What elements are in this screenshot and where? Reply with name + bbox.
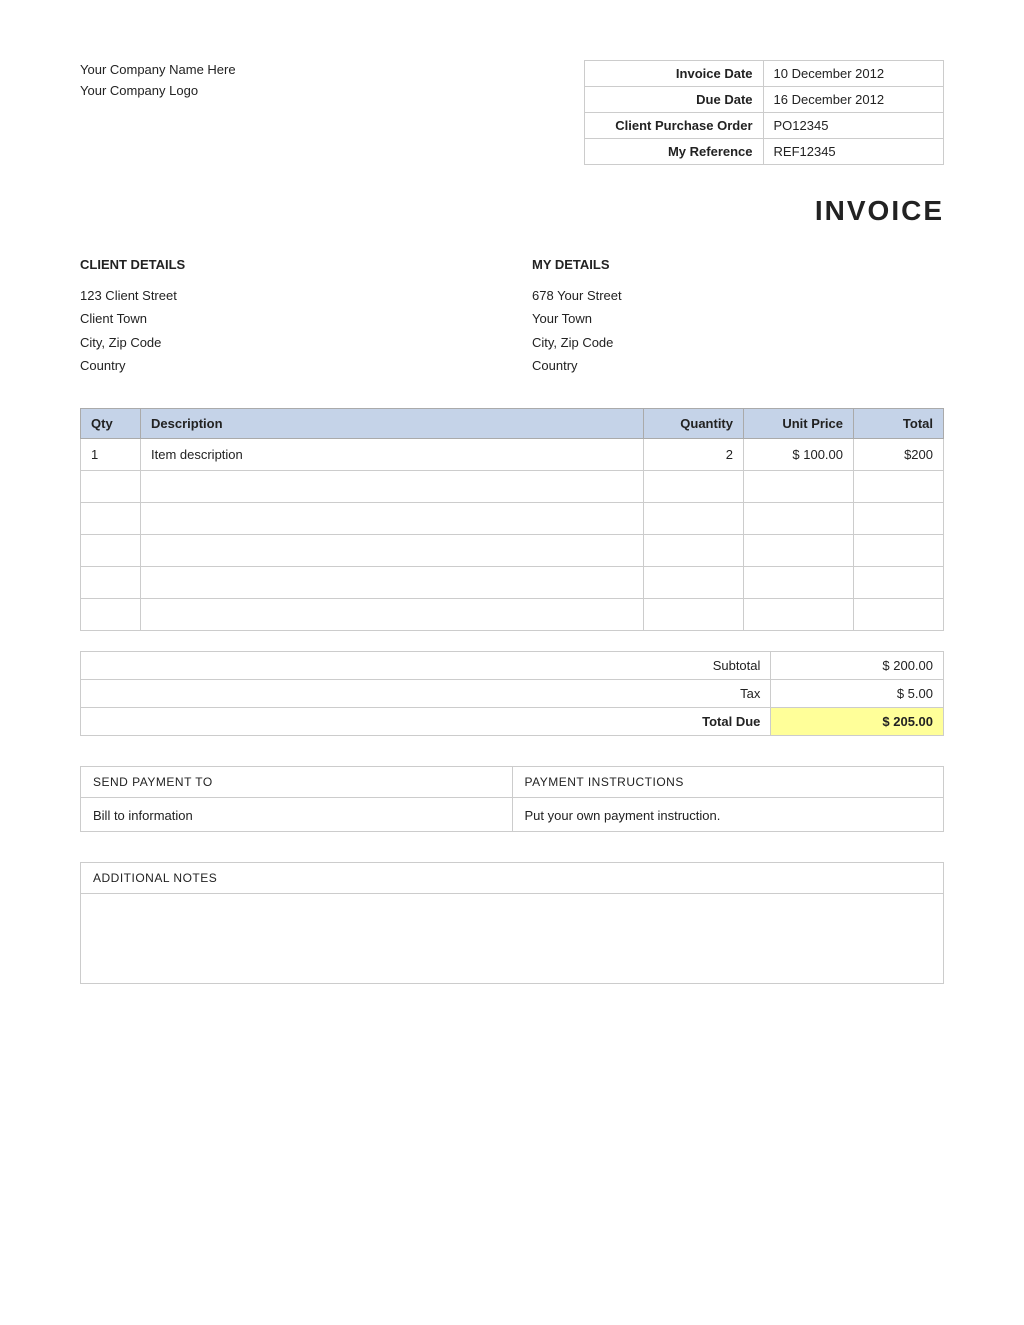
- client-po-label: Client Purchase Order: [585, 113, 764, 139]
- col-header-qty: Qty: [81, 408, 141, 438]
- items-table: Qty Description Quantity Unit Price Tota…: [80, 408, 944, 631]
- row-quantity: 2: [644, 438, 744, 470]
- due-date-label: Due Date: [585, 87, 764, 113]
- col-header-quantity: Quantity: [644, 408, 744, 438]
- row-qty: [81, 566, 141, 598]
- my-reference-row: My Reference REF12345: [585, 139, 944, 165]
- notes-table: ADDITIONAL NOTES: [80, 862, 944, 984]
- company-info: Your Company Name Here Your Company Logo: [80, 60, 236, 102]
- row-unit-price: [744, 534, 854, 566]
- tax-label: Tax: [81, 679, 771, 707]
- my-address-line2: Your Town: [532, 311, 592, 326]
- items-table-header-row: Qty Description Quantity Unit Price Tota…: [81, 408, 944, 438]
- row-description: [141, 566, 644, 598]
- tax-row: Tax $ 5.00: [81, 679, 944, 707]
- client-address-line4: Country: [80, 358, 126, 373]
- row-qty: 1: [81, 438, 141, 470]
- payment-table: SEND PAYMENT TO PAYMENT INSTRUCTIONS Bil…: [80, 766, 944, 832]
- client-address-line1: 123 Client Street: [80, 288, 177, 303]
- invoice-date-row: Invoice Date 10 December 2012: [585, 61, 944, 87]
- client-address-line2: Client Town: [80, 311, 147, 326]
- company-logo: Your Company Logo: [80, 81, 236, 102]
- payment-instructions-content: Put your own payment instruction.: [512, 797, 944, 831]
- row-unit-price: $ 100.00: [744, 438, 854, 470]
- table-row: [81, 598, 944, 630]
- col-header-description: Description: [141, 408, 644, 438]
- client-details-column: CLIENT DETAILS 123 Client Street Client …: [80, 257, 492, 378]
- payment-instructions-header: PAYMENT INSTRUCTIONS: [512, 766, 944, 797]
- row-quantity: [644, 470, 744, 502]
- my-reference-value: REF12345: [763, 139, 943, 165]
- row-unit-price: [744, 470, 854, 502]
- payment-content-row: Bill to information Put your own payment…: [81, 797, 944, 831]
- row-qty: [81, 598, 141, 630]
- invoice-title: INVOICE: [80, 195, 944, 227]
- send-payment-content: Bill to information: [81, 797, 513, 831]
- client-po-row: Client Purchase Order PO12345: [585, 113, 944, 139]
- row-description: Item description: [141, 438, 644, 470]
- invoice-meta-table: Invoice Date 10 December 2012 Due Date 1…: [584, 60, 944, 165]
- col-header-total: Total: [854, 408, 944, 438]
- row-unit-price: [744, 566, 854, 598]
- my-address-line1: 678 Your Street: [532, 288, 622, 303]
- row-quantity: [644, 502, 744, 534]
- row-total: [854, 470, 944, 502]
- additional-notes-content: [81, 893, 944, 983]
- row-total: [854, 566, 944, 598]
- details-section: CLIENT DETAILS 123 Client Street Client …: [80, 257, 944, 378]
- send-payment-header: SEND PAYMENT TO: [81, 766, 513, 797]
- row-unit-price: [744, 502, 854, 534]
- row-description: [141, 534, 644, 566]
- notes-body-row: [81, 893, 944, 983]
- row-total: [854, 534, 944, 566]
- due-date-row: Due Date 16 December 2012: [585, 87, 944, 113]
- client-address-line3: City, Zip Code: [80, 335, 161, 350]
- client-details-heading: CLIENT DETAILS: [80, 257, 492, 272]
- table-row: [81, 470, 944, 502]
- row-total: [854, 598, 944, 630]
- row-quantity: [644, 534, 744, 566]
- additional-notes-header: ADDITIONAL NOTES: [81, 862, 944, 893]
- row-description: [141, 502, 644, 534]
- subtotal-label: Subtotal: [81, 651, 771, 679]
- row-total: [854, 502, 944, 534]
- table-row: [81, 534, 944, 566]
- my-address-line4: Country: [532, 358, 578, 373]
- row-description: [141, 598, 644, 630]
- col-header-unit-price: Unit Price: [744, 408, 854, 438]
- totals-table: Subtotal $ 200.00 Tax $ 5.00 Total Due $…: [80, 651, 944, 736]
- table-row: [81, 502, 944, 534]
- table-row: 1 Item description 2 $ 100.00 $200: [81, 438, 944, 470]
- row-quantity: [644, 598, 744, 630]
- header-section: Your Company Name Here Your Company Logo…: [80, 60, 944, 165]
- my-address-line3: City, Zip Code: [532, 335, 613, 350]
- company-name: Your Company Name Here: [80, 60, 236, 81]
- row-unit-price: [744, 598, 854, 630]
- table-row: [81, 566, 944, 598]
- row-total: $200: [854, 438, 944, 470]
- subtotal-row: Subtotal $ 200.00: [81, 651, 944, 679]
- row-qty: [81, 470, 141, 502]
- my-reference-label: My Reference: [585, 139, 764, 165]
- client-po-value: PO12345: [763, 113, 943, 139]
- my-details-heading: MY DETAILS: [532, 257, 944, 272]
- payment-header-row: SEND PAYMENT TO PAYMENT INSTRUCTIONS: [81, 766, 944, 797]
- row-qty: [81, 534, 141, 566]
- row-description: [141, 470, 644, 502]
- row-qty: [81, 502, 141, 534]
- notes-header-row: ADDITIONAL NOTES: [81, 862, 944, 893]
- subtotal-value: $ 200.00: [771, 651, 944, 679]
- due-date-value: 16 December 2012: [763, 87, 943, 113]
- my-details-column: MY DETAILS 678 Your Street Your Town Cit…: [532, 257, 944, 378]
- row-quantity: [644, 566, 744, 598]
- invoice-date-label: Invoice Date: [585, 61, 764, 87]
- tax-value: $ 5.00: [771, 679, 944, 707]
- total-due-label: Total Due: [81, 707, 771, 735]
- invoice-date-value: 10 December 2012: [763, 61, 943, 87]
- total-due-value: $ 205.00: [771, 707, 944, 735]
- total-due-row: Total Due $ 205.00: [81, 707, 944, 735]
